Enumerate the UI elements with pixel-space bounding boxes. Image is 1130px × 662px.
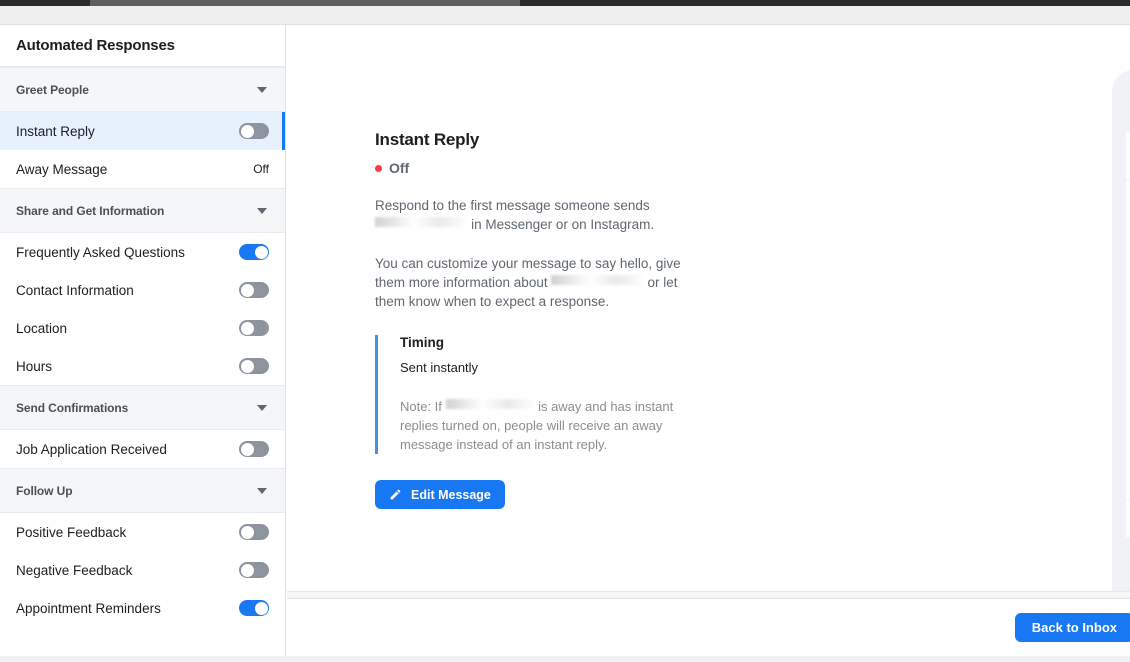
chevron-down-icon[interactable] [257,207,267,214]
item-status-value: Off [253,162,269,176]
instant-reply-details: Instant Reply Off Respond to the first m… [375,130,695,509]
redacted-business-name-1: Ahmed Hassan [375,215,467,234]
detail-title: Instant Reply [375,130,480,149]
desc1-before: Respond to the first message someone sen… [375,198,650,213]
toggle-knob [240,283,254,297]
sidebar-item-location[interactable]: Location [0,309,285,347]
pencil-icon [389,488,402,501]
selected-accent-bar [282,112,285,150]
chevron-down-icon[interactable] [257,86,267,93]
ios-clock: 12:00 PM [1126,135,1130,146]
note-before: Note: If [400,399,442,414]
sidebar-item-label: Location [16,320,68,336]
sidebar-item-away-message[interactable]: Away Message Off [0,150,285,188]
phone-preview: 12:00 PM 100% Home ⋯ [1112,70,1130,612]
sidebar-item-label: Job Application Received [16,441,167,457]
page-title: Automated Responses [0,25,285,67]
chevron-down-icon[interactable] [257,487,267,494]
ios-status-bar: 12:00 PM 100% [1126,132,1130,149]
phone-screen: 12:00 PM 100% Home ⋯ [1126,132,1130,537]
toggle-knob [240,442,254,456]
back-to-inbox-button[interactable]: Back to Inbox [1014,613,1130,642]
sidebar-item-contact-information[interactable]: Contact Information [0,271,285,309]
app-root: Automated Responses Greet People Instant … [0,0,1130,662]
chrome-tab-1[interactable] [90,0,520,6]
toggle-switch[interactable] [239,244,269,260]
sidebar-section-label: Follow Up [16,483,73,498]
desc1-after: in Messenger or on Instagram. [471,217,655,232]
redacted-business-name-3: Ahmed Hassan [446,397,535,416]
status-label: Off [389,160,410,176]
toggle-knob [254,601,268,615]
toggle-switch[interactable] [239,562,269,578]
toggle-knob [240,321,254,335]
sidebar-item-label: Contact Information [16,282,134,298]
footer-bar: Back to Inbox [287,598,1130,662]
sidebar-section-label: Send Confirmations [16,400,129,415]
sidebar-section-label: Share and Get Information [16,203,165,218]
message-thread: Hi, thanks for contacting us. We've rece… [1126,180,1130,498]
sidebar-item-label: Positive Feedback [16,524,127,540]
main-content: Instant Reply Off Respond to the first m… [287,25,1130,612]
sidebar-item-label: Instant Reply [16,123,95,139]
status-badge: Off [375,160,695,176]
sidebar-item-label: Appointment Reminders [16,600,161,616]
toggle-switch[interactable] [239,358,269,374]
toggle-switch[interactable] [239,282,269,298]
toggle-knob [254,245,268,259]
toggle-switch[interactable] [239,123,269,139]
sidebar-item-label: Hours [16,358,53,374]
description-paragraph-1: Respond to the first message someone sen… [375,196,695,234]
sidebar-item-hours[interactable]: Hours [0,347,285,385]
sidebar-item-label: Frequently Asked Questions [16,244,185,260]
toggle-knob [240,359,254,373]
timing-note: Note: If Ahmed Hassan is away and has in… [400,397,695,454]
description-paragraph-2: You can customize your message to say he… [375,254,695,311]
toggle-knob [240,563,254,577]
window-chrome [0,0,1130,25]
chevron-down-icon[interactable] [257,404,267,411]
toggle-switch[interactable] [239,320,269,336]
toggle-switch[interactable] [239,524,269,540]
automated-responses-sidebar: Automated Responses Greet People Instant … [0,25,286,662]
sidebar-item-job-application-received[interactable]: Job Application Received [0,430,285,468]
timing-callout: Timing Sent instantly Note: If Ahmed Has… [375,335,695,454]
timing-value: Sent instantly [400,360,479,375]
toggle-knob [240,124,254,138]
edit-message-label: Edit Message [411,487,491,502]
sidebar-item-label: Negative Feedback [16,562,133,578]
sidebar-sections: Greet People Instant Reply Away Message Off… [0,67,285,627]
sidebar-section-header[interactable]: Greet People [0,67,285,112]
sidebar-section-header[interactable]: Share and Get Information [0,188,285,233]
sidebar-section-label: Greet People [16,82,89,97]
page-bottom-edge [0,656,1130,662]
edit-message-button[interactable]: Edit Message [375,480,505,509]
toggle-switch[interactable] [239,600,269,616]
sidebar-item-instant-reply[interactable]: Instant Reply [0,112,285,150]
message-composer: Aa [1126,499,1130,537]
toggle-knob [240,525,254,539]
sidebar-item-positive-feedback[interactable]: Positive Feedback [0,513,285,551]
sidebar-section-header[interactable]: Follow Up [0,468,285,513]
ios-nav-bar: Home ⋯ [1126,149,1130,180]
sidebar-item-negative-feedback[interactable]: Negative Feedback [0,551,285,589]
sidebar-item-appointment-reminders[interactable]: Appointment Reminders [0,589,285,627]
sidebar-item-frequently-asked-questions[interactable]: Frequently Asked Questions [0,233,285,271]
sidebar-section-header[interactable]: Send Confirmations [0,385,285,430]
toggle-switch[interactable] [239,441,269,457]
timing-title: Timing [400,335,445,350]
sidebar-item-label: Away Message [16,161,108,177]
redacted-business-name-2: Ahmed Hassan [551,273,643,292]
status-dot-icon [375,164,382,172]
